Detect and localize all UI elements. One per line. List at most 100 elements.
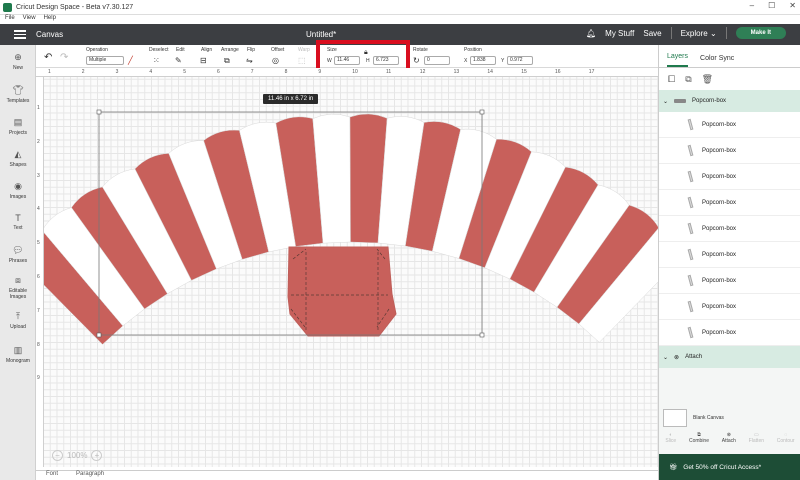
y-input[interactable]: 0.972 — [507, 56, 533, 65]
explore-menu[interactable]: Explore ⌄ — [681, 29, 717, 38]
deselect-icon[interactable]: ⁙ — [153, 56, 160, 65]
flatten-label: Flatten — [748, 438, 765, 444]
layer-item-label: Popcorn-box — [702, 121, 737, 128]
layer-item[interactable]: Popcorn-box — [659, 268, 800, 294]
menu-file[interactable]: File — [5, 15, 15, 24]
attach-button[interactable]: ⊗ Attach — [722, 432, 736, 452]
group-icon[interactable]: ⧠ — [668, 74, 675, 85]
minimize-button[interactable]: – — [750, 1, 754, 10]
sidebar-item-phrases[interactable]: 💬︎ Phrases — [0, 245, 36, 264]
layer-item[interactable]: Popcorn-box — [659, 216, 800, 242]
close-button[interactable]: ✕ — [789, 1, 796, 10]
resize-handle[interactable] — [96, 332, 102, 338]
layer-group-popcorn-box[interactable]: ⌄ Popcorn-box — [659, 90, 800, 112]
sidebar-item-upload[interactable]: ⤒ Upload — [0, 311, 36, 330]
warp-icon[interactable]: ⬚ — [298, 56, 306, 65]
layer-item[interactable]: Popcorn-box — [659, 138, 800, 164]
ruler-tick-label: 7 — [37, 307, 40, 314]
popcorn-box-artwork[interactable] — [44, 77, 658, 467]
color-swatch-icon[interactable]: ╱ — [128, 56, 133, 65]
design-canvas[interactable] — [44, 77, 658, 467]
my-stuff-link[interactable]: My Stuff — [605, 29, 634, 38]
layer-item[interactable]: Popcorn-box — [659, 112, 800, 138]
sidebar-item-projects[interactable]: ▤ Projects — [0, 117, 36, 136]
menu-bar: File View Help — [0, 15, 800, 24]
chevron-down-icon[interactable]: ⌄ — [663, 354, 668, 361]
font-tab[interactable]: Font — [46, 471, 58, 480]
menu-help[interactable]: Help — [44, 15, 56, 24]
edit-icon[interactable]: ✎ — [175, 56, 182, 65]
save-button[interactable]: Save — [643, 29, 661, 38]
bell-icon[interactable]: 🔔︎ — [586, 29, 596, 38]
maximize-button[interactable]: ☐ — [768, 1, 775, 10]
sidebar-item-monogram[interactable]: ▥ Monogram — [0, 345, 36, 364]
resize-handle[interactable] — [96, 109, 102, 115]
arrange-label: Arrange — [221, 47, 239, 53]
ruler-tick-label: 13 — [453, 69, 460, 75]
layer-item[interactable]: Popcorn-box — [659, 294, 800, 320]
chevron-down-icon: ⌄ — [709, 28, 717, 38]
make-it-button[interactable]: Make It — [735, 27, 786, 39]
x-input[interactable]: 1.838 — [470, 56, 496, 65]
cricut-access-promo[interactable]: 🎁︎ Get 50% off Cricut Access* — [659, 454, 800, 480]
resize-handle[interactable] — [479, 332, 485, 338]
upload-icon: ⤒ — [16, 311, 20, 321]
ruler-tick-label: 2 — [37, 138, 40, 145]
sidebar-item-editable-images[interactable]: ⧈ Editable Images — [0, 275, 36, 300]
ruler-tick-label: 10 — [352, 69, 358, 75]
layer-thumbnail-icon — [687, 144, 694, 157]
layer-item[interactable]: Popcorn-box — [659, 242, 800, 268]
blank-canvas-swatch[interactable] — [663, 409, 687, 427]
layer-thumbnail-icon — [687, 248, 694, 261]
tab-layers[interactable]: Layers — [667, 53, 689, 67]
combine-button[interactable]: ⧉ Combine — [689, 432, 709, 452]
paragraph-tab[interactable]: Paragraph — [76, 471, 104, 480]
sidebar-item-shapes[interactable]: ◭ Shapes — [0, 149, 36, 168]
undo-icon[interactable]: ↶ — [44, 53, 52, 63]
ruler-tick-label: 2 — [81, 69, 85, 75]
editable-images-icon: ⧈ — [15, 275, 21, 285]
rotate-input[interactable]: 0 — [424, 56, 450, 65]
arrange-icon[interactable]: ⧉ — [224, 56, 230, 65]
layer-item[interactable]: Popcorn-box — [659, 164, 800, 190]
sidebar-item-text[interactable]: T Text — [0, 213, 36, 231]
projects-icon: ▤ — [13, 117, 23, 127]
layer-group-attach[interactable]: ⌄ ⊗ Attach — [659, 346, 800, 368]
tab-color-sync[interactable]: Color Sync — [700, 55, 734, 67]
hamburger-menu-icon[interactable] — [14, 30, 26, 39]
duplicate-icon[interactable]: ⧉ — [685, 74, 691, 85]
dimension-tooltip: 11.46 in x 6.72 in — [263, 94, 319, 104]
offset-icon[interactable]: ◎ — [272, 56, 279, 65]
flatten-button[interactable]: ▭ Flatten — [749, 432, 764, 452]
blank-canvas-row[interactable]: Blank Canvas — [663, 409, 724, 427]
flip-icon[interactable]: ⇋ — [246, 56, 253, 65]
sidebar-item-templates[interactable]: 👕︎ Templates — [0, 85, 36, 104]
resize-handle[interactable] — [479, 109, 485, 115]
gift-icon: 🎁︎ — [669, 464, 678, 471]
sidebar-item-label: Upload — [10, 324, 26, 330]
sidebar-item-new[interactable]: ⊕ New — [0, 52, 36, 71]
align-icon[interactable]: ⊟ — [200, 56, 207, 65]
ruler-top: 1 2 3 4 5 6 7 8 9 10 11 12 13 14 15 16 17 — [36, 68, 658, 77]
layer-item-label: Popcorn-box — [702, 277, 737, 284]
redo-icon[interactable]: ↷ — [60, 53, 68, 63]
trash-icon[interactable]: 🗑︎ — [702, 74, 713, 85]
combine-label: Combine — [688, 438, 709, 444]
sidebar-item-label: Projects — [8, 130, 28, 136]
layer-item[interactable]: Popcorn-box — [659, 320, 800, 346]
operation-value: Multiple — [89, 57, 107, 63]
sidebar-item-images[interactable]: ◉ Images — [0, 181, 36, 200]
zoom-in-button[interactable]: + — [91, 450, 103, 461]
layer-actions: ◐ Slice ⧉ Combine ⊗ Attach ▭ Flatten ◌ Contou… — [659, 432, 800, 452]
window-controls: – ☐ ✕ — [750, 1, 796, 10]
layer-item[interactable]: Popcorn-box — [659, 190, 800, 216]
ruler-tick-label: 7 — [250, 69, 254, 75]
operation-select[interactable]: Multiple — [86, 56, 124, 65]
header-divider — [725, 27, 727, 39]
contour-button[interactable]: ◌ Contour — [777, 432, 795, 452]
operation-label: Operation — [86, 47, 108, 53]
menu-view[interactable]: View — [23, 15, 36, 24]
zoom-out-button[interactable]: − — [52, 450, 63, 461]
chevron-down-icon[interactable]: ⌄ — [663, 98, 668, 105]
slice-button[interactable]: ◐ Slice — [665, 432, 676, 452]
